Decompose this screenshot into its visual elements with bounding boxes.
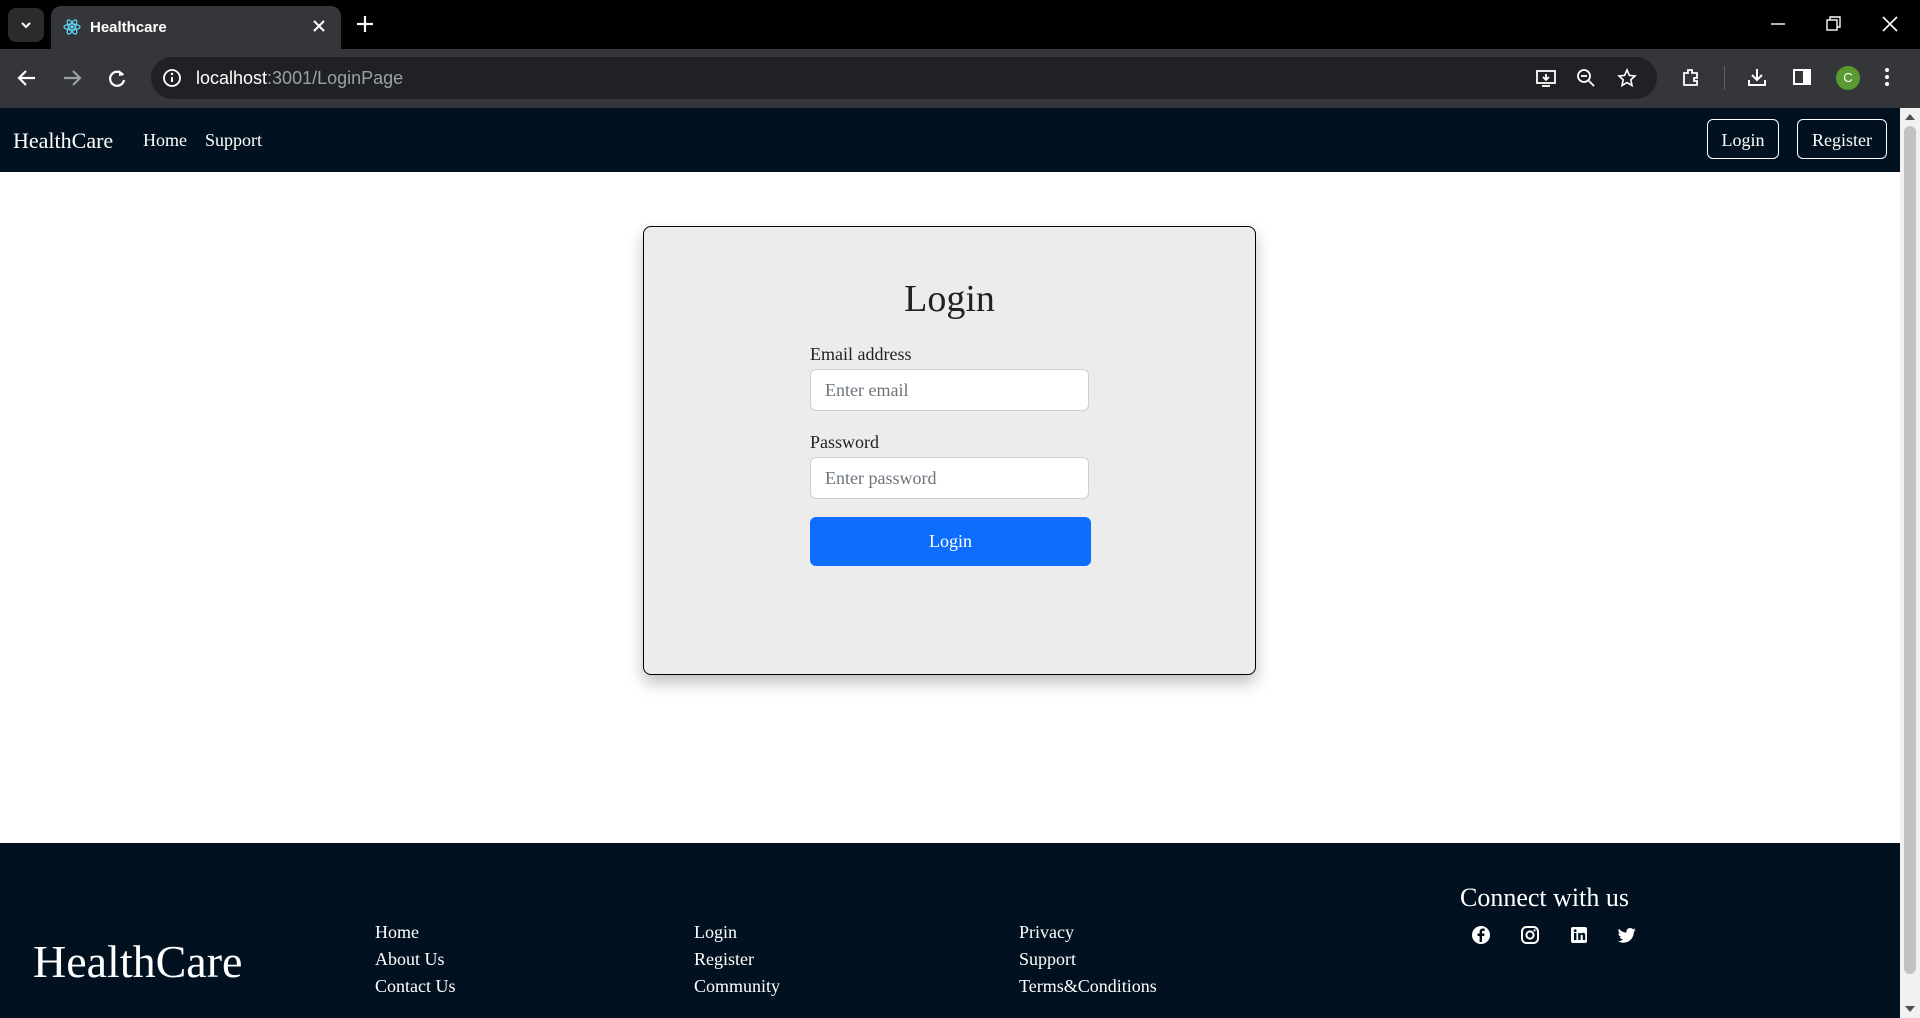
toolbar-separator: [1724, 66, 1725, 90]
email-label: Email address: [810, 344, 912, 364]
page-scrollbar[interactable]: [1900, 108, 1920, 1018]
browser-tab-active[interactable]: Healthcare: [51, 6, 341, 49]
linkedin-icon[interactable]: [1569, 925, 1589, 945]
tab-list-button[interactable]: [8, 8, 44, 42]
site-info-icon[interactable]: [162, 68, 182, 88]
connect-title: Connect with us: [1460, 883, 1629, 912]
site-footer: HealthCare Home About Us Contact Us Logi…: [0, 843, 1900, 1018]
install-app-icon[interactable]: [1535, 68, 1557, 88]
footer-link-support[interactable]: Support: [1019, 946, 1157, 973]
login-submit-button[interactable]: Login: [810, 517, 1091, 566]
footer-link-home[interactable]: Home: [375, 919, 456, 946]
tab-title: Healthcare: [90, 19, 167, 36]
navbar-login-button[interactable]: Login: [1707, 119, 1779, 159]
login-title: Login: [904, 278, 995, 320]
footer-link-contact-us[interactable]: Contact Us: [375, 973, 456, 1000]
nav-link-support[interactable]: Support: [205, 130, 262, 151]
scroll-down-arrow[interactable]: [1905, 1006, 1915, 1012]
email-field[interactable]: [810, 369, 1089, 411]
footer-link-terms[interactable]: Terms&Conditions: [1019, 973, 1157, 1000]
new-tab-icon[interactable]: [354, 13, 376, 35]
profile-avatar[interactable]: C: [1836, 66, 1860, 90]
page-viewport: HealthCare Home Support Login Register L…: [0, 108, 1900, 1018]
footer-links-column-1: Home About Us Contact Us: [375, 919, 456, 1000]
zoom-icon[interactable]: [1576, 68, 1596, 88]
nav-link-home[interactable]: Home: [143, 130, 187, 151]
reload-icon[interactable]: [106, 67, 128, 89]
footer-links-column-3: Privacy Support Terms&Conditions: [1019, 919, 1157, 1000]
url-host: localhost: [196, 68, 268, 88]
footer-link-about-us[interactable]: About Us: [375, 946, 456, 973]
password-field[interactable]: [810, 457, 1089, 499]
scroll-thumb[interactable]: [1904, 126, 1916, 974]
navbar-register-button[interactable]: Register: [1797, 119, 1887, 159]
browser-tab-strip: Healthcare: [0, 0, 1920, 49]
more-menu-icon[interactable]: [1883, 66, 1891, 88]
footer-brand: HealthCare: [33, 936, 243, 987]
twitter-icon[interactable]: [1617, 925, 1637, 945]
footer-link-login[interactable]: Login: [694, 919, 780, 946]
facebook-icon[interactable]: [1471, 925, 1491, 945]
forward-icon[interactable]: [61, 67, 83, 89]
extensions-icon[interactable]: [1680, 66, 1702, 88]
site-navbar: HealthCare Home Support Login Register: [0, 108, 1900, 172]
login-card: Login Email address Password Login: [643, 226, 1256, 675]
restore-icon[interactable]: [1824, 14, 1842, 34]
react-favicon-icon: [63, 19, 81, 35]
minimize-icon[interactable]: [1769, 14, 1787, 34]
tab-close-icon[interactable]: [309, 16, 329, 36]
url-text[interactable]: localhost:3001/LoginPage: [196, 68, 403, 89]
back-icon[interactable]: [16, 67, 38, 89]
browser-toolbar: localhost:3001/LoginPage C: [0, 49, 1920, 108]
address-bar[interactable]: localhost:3001/LoginPage: [151, 57, 1657, 99]
scroll-up-arrow[interactable]: [1905, 114, 1915, 120]
password-label: Password: [810, 432, 880, 452]
download-icon[interactable]: [1746, 66, 1768, 88]
bookmark-star-icon[interactable]: [1617, 68, 1637, 88]
window-close-icon[interactable]: [1881, 14, 1899, 34]
url-path: :3001/LoginPage: [267, 68, 404, 88]
side-panel-icon[interactable]: [1791, 66, 1813, 88]
footer-links-column-2: Login Register Community: [694, 919, 780, 1000]
instagram-icon[interactable]: [1520, 925, 1540, 945]
footer-link-community[interactable]: Community: [694, 973, 780, 1000]
tab-list-icon: [21, 22, 31, 29]
footer-link-privacy[interactable]: Privacy: [1019, 919, 1157, 946]
footer-link-register[interactable]: Register: [694, 946, 780, 973]
navbar-brand[interactable]: HealthCare: [13, 128, 113, 154]
